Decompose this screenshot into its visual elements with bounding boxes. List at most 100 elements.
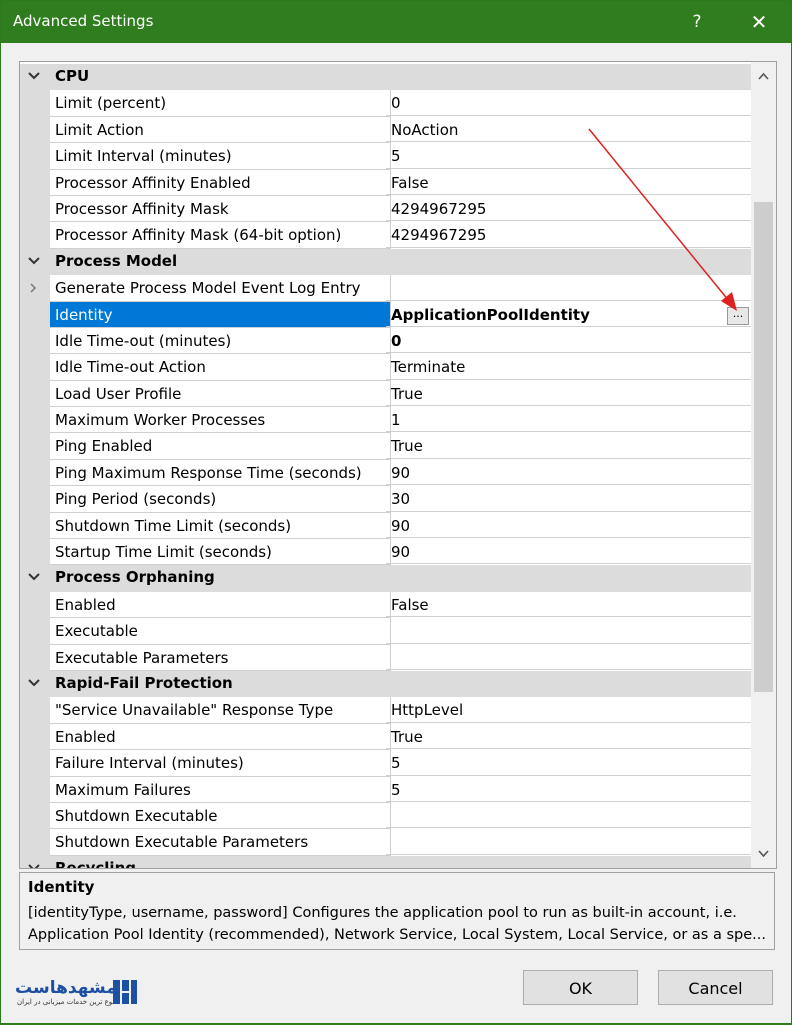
property-name: Executable Parameters — [50, 644, 391, 671]
property-value[interactable] — [386, 803, 751, 829]
property-row[interactable]: Shutdown Executable — [20, 802, 751, 830]
property-row[interactable]: Maximum Worker Processes 1 — [20, 407, 751, 434]
property-value[interactable] — [386, 275, 751, 301]
property-value[interactable]: 90 — [386, 513, 751, 539]
row-gutter — [20, 802, 50, 830]
property-row[interactable]: Executable Parameters — [20, 644, 751, 671]
property-row[interactable]: Ping Period (seconds) 30 — [20, 486, 751, 513]
category-cpu[interactable]: CPU — [20, 64, 751, 91]
property-value[interactable]: True — [386, 381, 751, 407]
row-gutter — [20, 169, 50, 196]
property-value[interactable]: True — [386, 433, 751, 459]
property-row[interactable]: Idle Time-out (minutes) 0 — [20, 327, 751, 355]
row-gutter — [20, 539, 50, 566]
property-value[interactable]: 4294967295 — [386, 222, 751, 248]
scroll-down-icon[interactable] — [755, 845, 772, 862]
property-row[interactable]: Startup Time Limit (seconds) 90 — [20, 539, 751, 566]
category-recycling[interactable]: Recycling — [20, 855, 751, 869]
property-value[interactable]: False — [386, 170, 751, 195]
chevron-down-icon[interactable] — [26, 253, 42, 269]
property-row[interactable]: "Service Unavailable" Response Type HttpL… — [20, 697, 751, 724]
property-value[interactable]: 0 — [386, 90, 751, 116]
property-value[interactable] — [386, 645, 751, 670]
property-grid: CPU Limit (percent) 0 Limit Action NoActio… — [19, 61, 777, 869]
category-label: Recycling — [55, 858, 136, 869]
property-row[interactable]: Processor Affinity Enabled False — [20, 169, 751, 196]
title-bar: Advanced Settings ? ✕ — [1, 1, 791, 43]
property-row[interactable]: Limit Action NoAction — [20, 116, 751, 144]
property-value[interactable]: 4294967295 — [386, 196, 751, 222]
property-name: Maximum Worker Processes — [50, 407, 391, 434]
property-value[interactable]: ApplicationPoolIdentity — [386, 302, 751, 327]
description-panel: Identity [identityType, username, passwo… — [19, 872, 775, 950]
property-name: Idle Time-out (minutes) — [50, 327, 391, 355]
property-name: Shutdown Executable — [50, 802, 391, 830]
property-row[interactable]: Processor Affinity Mask (64-bit option) 4… — [20, 222, 751, 249]
ellipsis-button[interactable]: ... — [727, 306, 749, 325]
property-row[interactable]: Enabled True — [20, 723, 751, 751]
scroll-up-icon[interactable] — [755, 68, 772, 85]
row-gutter — [20, 195, 50, 223]
close-button[interactable]: ✕ — [737, 7, 781, 37]
row-gutter — [20, 459, 50, 487]
property-value[interactable]: 5 — [386, 750, 751, 776]
row-gutter — [20, 222, 50, 249]
property-value[interactable]: 5 — [386, 777, 751, 802]
chevron-right-icon[interactable] — [26, 281, 40, 295]
property-value[interactable]: False — [386, 592, 751, 618]
row-gutter — [20, 486, 50, 513]
cancel-button[interactable]: Cancel — [658, 970, 773, 1005]
category-label: Process Model — [55, 251, 178, 270]
category-process-orphaning[interactable]: Process Orphaning — [20, 565, 751, 592]
property-value[interactable]: 0 — [386, 328, 751, 354]
property-value[interactable]: 5 — [386, 143, 751, 169]
help-button[interactable]: ? — [677, 7, 717, 37]
property-value[interactable] — [386, 829, 751, 855]
row-gutter — [20, 301, 50, 328]
row-gutter — [20, 644, 50, 671]
property-row[interactable]: Processor Affinity Mask 4294967295 — [20, 195, 751, 223]
property-row[interactable]: Shutdown Executable Parameters — [20, 829, 751, 856]
category-process-model[interactable]: Process Model — [20, 248, 751, 276]
ok-button[interactable]: OK — [523, 970, 638, 1005]
property-row[interactable]: Idle Time-out Action Terminate — [20, 354, 751, 381]
property-row[interactable]: Generate Process Model Event Log Entry — [20, 275, 751, 302]
property-name: Limit (percent) — [50, 90, 391, 117]
property-name: Load User Profile — [50, 380, 391, 408]
property-name: Enabled — [50, 591, 391, 619]
window-title: Advanced Settings — [13, 12, 154, 30]
property-value[interactable]: 30 — [386, 486, 751, 512]
property-value[interactable] — [386, 618, 751, 644]
vertical-scrollbar[interactable] — [751, 62, 776, 868]
row-gutter — [20, 697, 50, 724]
property-row[interactable]: Load User Profile True — [20, 380, 751, 408]
property-row[interactable]: Executable — [20, 618, 751, 645]
scrollbar-thumb[interactable] — [754, 202, 773, 692]
chevron-down-icon[interactable] — [26, 569, 42, 585]
property-value[interactable]: Terminate — [386, 354, 751, 380]
property-row[interactable]: Failure Interval (minutes) 5 — [20, 750, 751, 777]
row-gutter — [20, 776, 50, 803]
property-row[interactable]: Shutdown Time Limit (seconds) 90 — [20, 512, 751, 540]
property-row[interactable]: Ping Enabled True — [20, 433, 751, 460]
property-row[interactable]: Limit Interval (minutes) 5 — [20, 143, 751, 170]
property-name: Identity — [50, 301, 391, 328]
row-gutter — [20, 143, 50, 170]
property-row[interactable]: Maximum Failures 5 — [20, 776, 751, 803]
row-gutter — [20, 829, 50, 856]
row-gutter — [20, 354, 50, 381]
property-value[interactable]: 90 — [386, 460, 751, 486]
chevron-down-icon[interactable] — [26, 675, 42, 691]
property-value[interactable]: 1 — [386, 407, 751, 433]
property-row-identity[interactable]: Identity ApplicationPoolIdentity... — [20, 301, 751, 328]
property-row[interactable]: Limit (percent) 0 — [20, 90, 751, 117]
property-value[interactable]: True — [386, 724, 751, 750]
property-value[interactable]: 90 — [386, 539, 751, 565]
chevron-down-icon[interactable] — [26, 860, 42, 869]
property-value[interactable]: HttpLevel — [386, 697, 751, 723]
property-row[interactable]: Ping Maximum Response Time (seconds) 90 — [20, 459, 751, 487]
property-row[interactable]: Enabled False — [20, 591, 751, 619]
chevron-down-icon[interactable] — [26, 68, 42, 84]
category-rapid-fail-protection[interactable]: Rapid-Fail Protection — [20, 670, 751, 698]
property-value[interactable]: NoAction — [386, 117, 751, 143]
